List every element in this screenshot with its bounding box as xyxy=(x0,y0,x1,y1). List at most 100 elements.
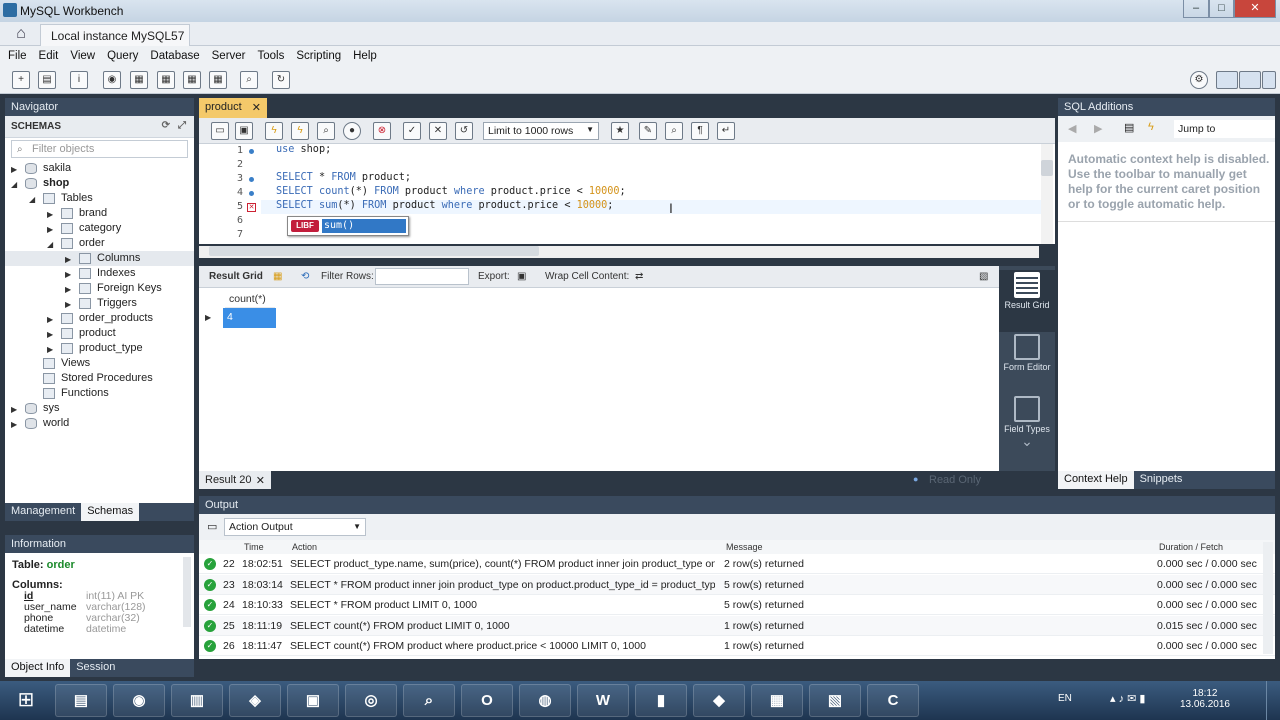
expand-arrow-icon[interactable]: ▶ xyxy=(47,222,53,237)
tray-icons[interactable]: ▴ ♪ ✉ ▮ xyxy=(1110,692,1145,705)
file-manager-icon[interactable]: ▤ xyxy=(55,684,107,717)
tab-session[interactable]: Session xyxy=(70,659,121,677)
create-schema-icon[interactable]: ◉ xyxy=(103,71,121,89)
tree-item[interactable]: ◢ shop xyxy=(5,176,194,191)
tree-item[interactable]: Views xyxy=(5,356,194,371)
filter-objects-input[interactable]: ⌕ Filter objects xyxy=(11,140,188,158)
grid-icon[interactable]: ▦ xyxy=(273,271,282,282)
menu-tools[interactable]: Tools xyxy=(254,50,293,62)
opera-icon[interactable]: O xyxy=(461,684,513,717)
commit-icon[interactable]: ✓ xyxy=(403,122,421,140)
expand-arrow-icon[interactable]: ▶ xyxy=(65,252,71,267)
limit-rows-select[interactable]: Limit to 1000 rows ▼ xyxy=(483,122,599,140)
minimize-button[interactable]: – xyxy=(1183,0,1209,18)
menu-database[interactable]: Database xyxy=(146,50,207,62)
menu-help[interactable]: Help xyxy=(349,50,385,62)
result-tab[interactable]: Result 20 ✕ xyxy=(199,471,271,489)
tab-context-help[interactable]: Context Help xyxy=(1058,471,1134,489)
output-row[interactable]: ✓ 24 18:10:33 SELECT * FROM product LIMIT 0… xyxy=(199,595,1275,615)
tree-item[interactable]: ▶ world xyxy=(5,416,194,431)
tree-item[interactable]: ▶ product xyxy=(5,326,194,341)
expand-arrow-icon[interactable]: ▶ xyxy=(65,267,71,282)
wrap-cell-icon[interactable]: ⇄ xyxy=(635,271,643,282)
reconnect-icon[interactable]: ↻ xyxy=(272,71,290,89)
collapse-arrow-icon[interactable]: ◢ xyxy=(11,177,17,192)
manual-help-icon[interactable]: ▤ xyxy=(1124,121,1134,134)
autocommit-icon[interactable]: ↺ xyxy=(455,122,473,140)
tree-item[interactable]: ▶ category xyxy=(5,221,194,236)
explain-icon[interactable]: ⌕ xyxy=(317,122,335,140)
create-procedure-icon[interactable]: ▦ xyxy=(183,71,201,89)
chrome-icon[interactable]: ◎ xyxy=(345,684,397,717)
jump-to-select[interactable]: Jump to xyxy=(1174,120,1275,138)
expand-icon[interactable]: ⤢ xyxy=(178,120,186,131)
expand-arrow-icon[interactable]: ▶ xyxy=(11,162,17,177)
autocomplete-item[interactable]: sum() xyxy=(322,219,406,233)
menu-scripting[interactable]: Scripting xyxy=(292,50,349,62)
beautify-icon[interactable]: ✎ xyxy=(639,122,657,140)
output-row[interactable]: ✓ 23 18:03:14 SELECT * FROM product inner j… xyxy=(199,574,1275,595)
editor-vertical-scrollbar[interactable] xyxy=(1041,144,1053,244)
open-sql-script-icon[interactable]: ▤ xyxy=(38,71,56,89)
tree-item[interactable]: ◢ Tables xyxy=(5,191,194,206)
new-sql-tab-icon[interactable]: + xyxy=(12,71,30,89)
search-icon[interactable]: ⌕ xyxy=(403,684,455,717)
result-cell[interactable]: 4 xyxy=(223,308,276,328)
computer-icon[interactable]: ▣ xyxy=(287,684,339,717)
search-table-data-icon[interactable]: ⌕ xyxy=(240,71,258,89)
terminal-icon[interactable]: ▮ xyxy=(635,684,687,717)
expand-arrow-icon[interactable]: ▶ xyxy=(65,282,71,297)
preferences-gear-icon[interactable]: ⚙ xyxy=(1190,71,1208,89)
toggle-continue-icon[interactable]: ⊗ xyxy=(373,122,391,140)
toolbox-icon[interactable]: ▦ xyxy=(751,684,803,717)
output-scrollbar[interactable] xyxy=(1263,542,1273,654)
sql-editor[interactable]: 1 2 3 4 5 ✕ 6 7 use shop; SELECT * FROM product;… xyxy=(199,144,1055,258)
tree-item[interactable]: ▶ Indexes xyxy=(5,266,194,281)
refresh-rows-icon[interactable]: ⟲ xyxy=(301,271,309,282)
tab-object-info[interactable]: Object Info xyxy=(5,659,71,677)
expand-arrow-icon[interactable]: ▶ xyxy=(11,417,17,432)
execute-current-icon[interactable]: ϟ xyxy=(291,122,309,140)
tab-schemas[interactable]: Schemas xyxy=(81,503,140,521)
add-snippet-icon[interactable]: ★ xyxy=(611,122,629,140)
output-mode-select[interactable]: Action Output ▼ xyxy=(224,518,366,536)
word-icon[interactable]: W xyxy=(577,684,629,717)
collapse-arrow-icon[interactable]: ◢ xyxy=(29,192,35,207)
tree-item[interactable]: ▶ order_products xyxy=(5,311,194,326)
workbench-icon[interactable]: ◆ xyxy=(693,684,745,717)
tree-item[interactable]: ▶ Triggers xyxy=(5,296,194,311)
tab-snippets[interactable]: Snippets xyxy=(1134,471,1189,489)
menu-server[interactable]: Server xyxy=(208,50,254,62)
refresh-icon[interactable]: ⟳ xyxy=(162,120,170,131)
show-desktop-button[interactable] xyxy=(1266,681,1280,720)
start-button[interactable]: ⊞ xyxy=(2,681,50,720)
expand-arrow-icon[interactable]: ▶ xyxy=(47,312,53,327)
tree-item[interactable]: ◢ order xyxy=(5,236,194,251)
create-table-icon[interactable]: ▦ xyxy=(130,71,148,89)
side-tab-result-grid[interactable]: Result Grid xyxy=(999,270,1055,332)
language-indicator[interactable]: EN xyxy=(1058,693,1072,704)
back-icon[interactable]: ◀ xyxy=(1068,122,1076,135)
create-function-icon[interactable]: ▦ xyxy=(209,71,227,89)
ide-icon[interactable]: ▥ xyxy=(171,684,223,717)
filter-rows-input[interactable] xyxy=(375,268,469,285)
editor-horizontal-scrollbar[interactable] xyxy=(199,246,1039,258)
execute-icon[interactable]: ϟ xyxy=(265,122,283,140)
tree-item[interactable]: ▶ sys xyxy=(5,401,194,416)
rollback-icon[interactable]: ✕ xyxy=(429,122,447,140)
tab-management[interactable]: Management xyxy=(5,503,81,521)
editor-tab-product[interactable]: product ✕ xyxy=(199,98,267,118)
close-tab-icon[interactable]: ✕ xyxy=(252,101,261,114)
collapse-arrow-icon[interactable]: ◢ xyxy=(47,237,53,252)
cleaner-icon[interactable]: C xyxy=(867,684,919,717)
find-icon[interactable]: ⌕ xyxy=(665,122,683,140)
tree-item[interactable]: ▶ Foreign Keys xyxy=(5,281,194,296)
firefox-icon[interactable]: ◉ xyxy=(113,684,165,717)
inspector-icon[interactable]: i xyxy=(70,71,88,89)
copy-output-icon[interactable]: ▭ xyxy=(207,520,217,533)
side-tab-form-editor[interactable]: Form Editor xyxy=(999,334,1055,372)
save-icon[interactable]: ▣ xyxy=(235,122,253,140)
stop-icon[interactable]: ● xyxy=(343,122,361,140)
tree-item[interactable]: ▶ sakila xyxy=(5,161,194,176)
export-icon[interactable]: ▣ xyxy=(517,271,526,282)
